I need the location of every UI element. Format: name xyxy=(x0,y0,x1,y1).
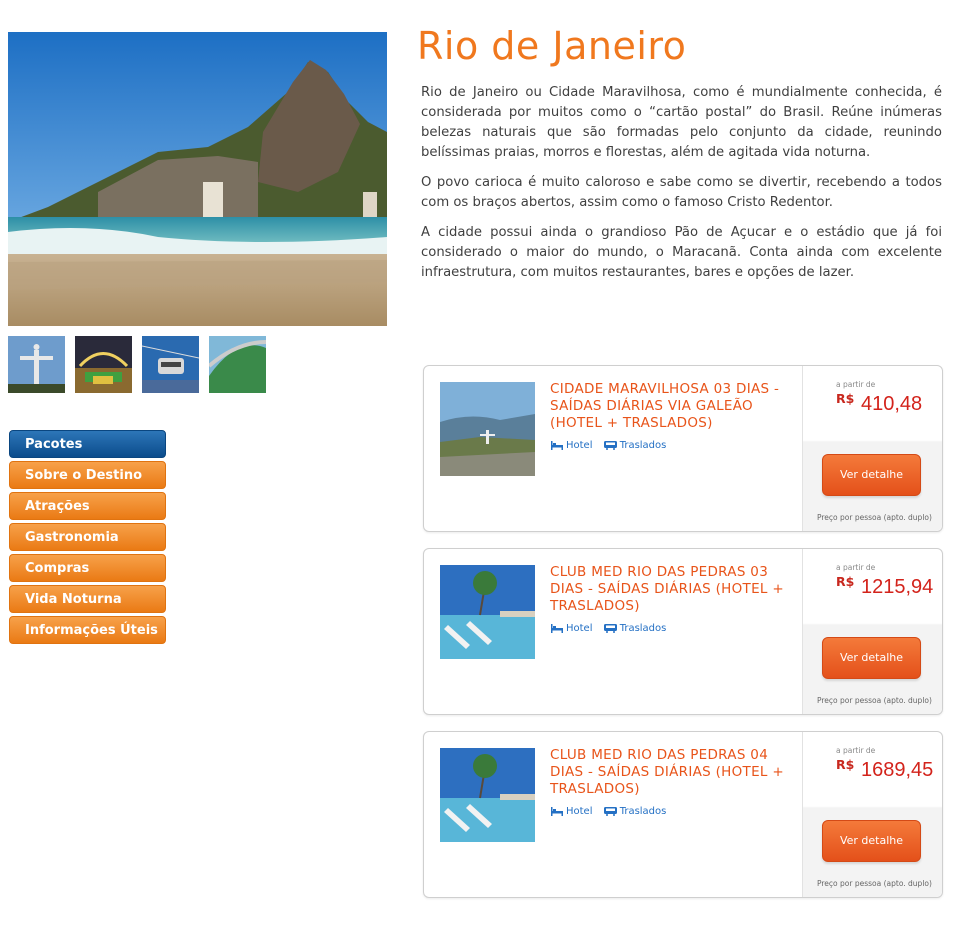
view-details-button[interactable]: Ver detalhe xyxy=(822,454,921,496)
feature-label: Traslados xyxy=(619,806,667,817)
package-title[interactable]: CIDADE MARAVILHOSA 03 DIAS - SAÍDAS DIÁR… xyxy=(550,381,793,432)
view-details-button[interactable]: Ver detalhe xyxy=(822,637,921,679)
price-currency: R$ xyxy=(836,391,855,406)
price-from-label: a partir de xyxy=(836,380,876,389)
feature-hotel: Hotel xyxy=(551,440,593,451)
package-card: CLUB MED RIO DAS PEDRAS 04 DIAS - SAÍDAS… xyxy=(423,731,943,898)
price-note: Preço por pessoa (apto. duplo) xyxy=(817,513,932,522)
thumbnail-cristo-redentor[interactable] xyxy=(8,336,65,393)
package-title[interactable]: CLUB MED RIO DAS PEDRAS 03 DIAS - SAÍDAS… xyxy=(550,564,793,615)
package-photo-rio-aerial[interactable] xyxy=(440,382,535,476)
feature-label: Traslados xyxy=(619,623,667,634)
price-panel: a partir de R$ 1215,94 Ver detalhe Preço… xyxy=(802,549,942,714)
menu-item-pacotes[interactable]: Pacotes xyxy=(9,430,166,458)
menu-item-vida-noturna[interactable]: Vida Noturna xyxy=(9,585,166,613)
menu-item-compras[interactable]: Compras xyxy=(9,554,166,582)
price-panel: a partir de R$ 1689,45 Ver detalhe Preço… xyxy=(802,732,942,897)
feature-hotel: Hotel xyxy=(551,806,593,817)
bed-icon xyxy=(551,441,563,450)
package-title[interactable]: CLUB MED RIO DAS PEDRAS 04 DIAS - SAÍDAS… xyxy=(550,747,793,798)
package-features: Hotel Traslados xyxy=(551,623,674,636)
bus-icon xyxy=(603,441,617,450)
feature-label: Traslados xyxy=(619,440,667,451)
price-value: 1689,45 xyxy=(861,759,934,781)
feature-traslados: Traslados xyxy=(603,440,667,451)
bed-icon xyxy=(551,624,563,633)
feature-traslados: Traslados xyxy=(603,623,667,634)
menu-item-atracoes[interactable]: Atrações xyxy=(9,492,166,520)
price-note: Preço por pessoa (apto. duplo) xyxy=(817,696,932,705)
feature-label: Hotel xyxy=(566,806,593,817)
price-value: 1215,94 xyxy=(861,576,934,598)
view-details-button[interactable]: Ver detalhe xyxy=(822,820,921,862)
price-currency: R$ xyxy=(836,757,855,772)
price-panel: a partir de R$ 410,48 Ver detalhe Preço … xyxy=(802,366,942,531)
price-from-label: a partir de xyxy=(836,746,876,755)
thumbnail-bondinho[interactable] xyxy=(142,336,199,393)
package-card: CLUB MED RIO DAS PEDRAS 03 DIAS - SAÍDAS… xyxy=(423,548,943,715)
bus-icon xyxy=(603,807,617,816)
description-paragraph-1: Rio de Janeiro ou Cidade Maravilhosa, co… xyxy=(421,85,942,160)
price-note: Preço por pessoa (apto. duplo) xyxy=(817,879,932,888)
feature-label: Hotel xyxy=(566,440,593,451)
price-from-label: a partir de xyxy=(836,563,876,572)
description-paragraph-2: O povo carioca é muito caloroso e sabe c… xyxy=(421,175,942,210)
thumbnail-carnaval[interactable] xyxy=(75,336,132,393)
package-features: Hotel Traslados xyxy=(551,806,674,819)
hero-photo-ipanema xyxy=(8,32,387,326)
price-currency: R$ xyxy=(836,574,855,589)
package-photo-club-med-pool[interactable] xyxy=(440,565,535,659)
description-paragraph-3: A cidade possui ainda o grandioso Pão de… xyxy=(421,225,942,280)
package-photo-club-med-pool[interactable] xyxy=(440,748,535,842)
bus-icon xyxy=(603,624,617,633)
bed-icon xyxy=(551,807,563,816)
feature-label: Hotel xyxy=(566,623,593,634)
menu-item-gastronomia[interactable]: Gastronomia xyxy=(9,523,166,551)
price-value: 410,48 xyxy=(861,393,923,415)
feature-traslados: Traslados xyxy=(603,806,667,817)
menu-item-informacoes-uteis[interactable]: Informações Úteis xyxy=(9,616,166,644)
package-features: Hotel Traslados xyxy=(551,440,674,453)
feature-hotel: Hotel xyxy=(551,623,593,634)
page-title: Rio de Janeiro xyxy=(417,24,687,68)
thumbnail-maracana[interactable] xyxy=(209,336,266,393)
menu-item-sobre-o-destino[interactable]: Sobre o Destino xyxy=(9,461,166,489)
package-card: CIDADE MARAVILHOSA 03 DIAS - SAÍDAS DIÁR… xyxy=(423,365,943,532)
